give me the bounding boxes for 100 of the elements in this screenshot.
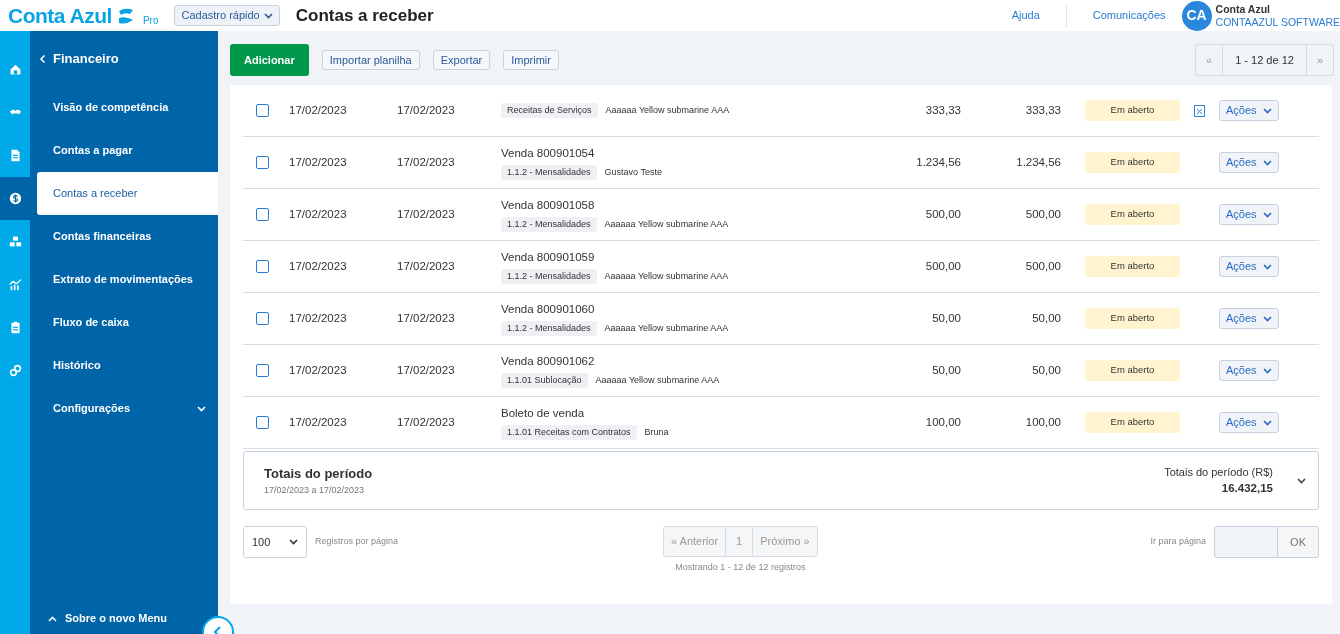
- client-name: Aaaaaa Yellow submarine AAA: [604, 269, 729, 283]
- status-badge: Em aberto: [1085, 204, 1180, 225]
- dollar-icon[interactable]: [8, 192, 22, 205]
- ok-button[interactable]: OK: [1278, 526, 1319, 558]
- value-cell-text: 1.234,56: [1015, 154, 1061, 170]
- date-cell-text: 17/02/2023: [289, 362, 348, 378]
- caret-icon: [1262, 263, 1272, 270]
- date-cell-text: 17/02/2023: [289, 206, 348, 222]
- home-icon[interactable]: [8, 63, 22, 76]
- caret-icon: [263, 12, 273, 19]
- chart-icon[interactable]: [8, 278, 22, 291]
- expand-up-icon: [48, 615, 57, 622]
- totals-title: Totais do período: [264, 465, 373, 483]
- actions-dropdown[interactable]: Ações: [1219, 308, 1279, 329]
- logo-text: Conta Azul: [8, 5, 112, 26]
- status-badge: Em aberto: [1085, 100, 1180, 121]
- next-page-button[interactable]: Próximo »: [753, 527, 817, 556]
- caret-icon: [1262, 211, 1272, 218]
- range-pager[interactable]: « 1 - 12 de 12 »: [1195, 43, 1334, 77]
- actions-dropdown[interactable]: Ações: [1219, 412, 1279, 433]
- page-size-select[interactable]: 100: [243, 526, 307, 558]
- sidebar-item[interactable]: Configurações: [30, 387, 218, 430]
- actions-dropdown[interactable]: Ações: [1219, 152, 1279, 173]
- status-badge: Em aberto: [1085, 308, 1180, 329]
- link-icon[interactable]: [8, 364, 22, 377]
- actions-dropdown[interactable]: Ações: [1219, 100, 1279, 121]
- row-checkbox[interactable]: [256, 416, 269, 429]
- value-cell-text: 50,00: [931, 310, 961, 326]
- description-text: Venda 800901058: [501, 197, 596, 213]
- row-checkbox[interactable]: [256, 312, 269, 325]
- range-text: 1 - 12 de 12: [1222, 44, 1307, 76]
- row-checkbox[interactable]: [256, 364, 269, 377]
- sidebar-item[interactable]: Contas financeiras: [30, 215, 218, 258]
- client-name: Aaaaaa Yellow submarine AAA: [605, 103, 730, 117]
- user-avatar[interactable]: CA: [1181, 0, 1212, 31]
- caret-icon: [1262, 159, 1272, 166]
- description-text: Venda 800901059: [501, 249, 596, 265]
- row-checkbox[interactable]: [256, 104, 269, 117]
- sidebar-item[interactable]: Fluxo de caixa: [30, 301, 218, 344]
- next-page-button[interactable]: »: [1306, 44, 1333, 76]
- value-cell-text: 500,00: [924, 206, 961, 222]
- date-cell-text: 17/02/2023: [289, 154, 348, 170]
- add-button[interactable]: Adicionar: [230, 44, 309, 76]
- boxes-icon[interactable]: [8, 235, 22, 248]
- row-checkbox[interactable]: [256, 260, 269, 273]
- sidebar-item[interactable]: Contas a receber: [37, 172, 218, 215]
- clipboard-icon[interactable]: [8, 321, 22, 334]
- date-cell-text: 17/02/2023: [397, 102, 456, 118]
- sidebar-item[interactable]: Histórico: [30, 344, 218, 387]
- page-input[interactable]: [1214, 526, 1279, 558]
- row-checkbox[interactable]: [256, 156, 269, 169]
- sidebar-item[interactable]: Extrato de movimentações: [30, 258, 218, 301]
- value-cell-text: 333,33: [924, 102, 961, 118]
- value-cell-text: 333,33: [1024, 102, 1061, 118]
- status-badge: Em aberto: [1085, 360, 1180, 381]
- category-tag: 1.1.2 - Mensalidades: [501, 320, 597, 337]
- status-badge: Em aberto: [1085, 152, 1180, 173]
- prev-page-button[interactable]: «: [1196, 44, 1223, 76]
- description-text: Venda 800901060: [501, 301, 596, 317]
- toolbar-button[interactable]: Imprimir: [503, 49, 559, 71]
- category-tag: 1.1.2 - Mensalidades: [501, 268, 597, 285]
- category-tag: 1.1.2 - Mensalidades: [501, 164, 597, 181]
- description-text: Venda 800901062: [501, 353, 596, 369]
- sidebar-item[interactable]: Contas a pagar: [30, 129, 218, 172]
- header-link[interactable]: Ajuda: [1011, 7, 1040, 24]
- client-name: Aaaaaa Yellow submarine AAA: [604, 321, 729, 335]
- toolbar-button[interactable]: Exportar: [432, 49, 491, 71]
- row-checkbox[interactable]: [256, 208, 269, 221]
- client-name: Bruna: [644, 425, 669, 439]
- value-cell-text: 50,00: [1031, 310, 1061, 326]
- plan-label: Pro: [142, 14, 159, 28]
- page-number[interactable]: 1: [725, 527, 754, 556]
- company-name: CONTAAZUL SOFTWARE: [1215, 15, 1340, 28]
- category-tag: Receitas de Serviços: [501, 102, 598, 119]
- date-cell-text: 17/02/2023: [289, 414, 348, 430]
- header-link[interactable]: Comunicações: [1092, 7, 1166, 24]
- quick-add-dropdown[interactable]: Cadastro rápido: [174, 5, 280, 26]
- previous-page-button[interactable]: « Anterior: [664, 527, 726, 556]
- actions-dropdown[interactable]: Ações: [1219, 360, 1279, 381]
- sidebar-item[interactable]: Visão de competência: [30, 86, 218, 129]
- actions-dropdown[interactable]: Ações: [1219, 256, 1279, 277]
- category-tag: 1.1.01 Sublocação: [501, 372, 588, 389]
- client-name: Aaaaaa Yellow submarine AAA: [595, 373, 720, 387]
- value-cell-text: 500,00: [924, 258, 961, 274]
- menu-section-title[interactable]: Financeiro: [53, 48, 119, 69]
- value-cell-text: 100,00: [1024, 414, 1061, 430]
- actions-dropdown[interactable]: Ações: [1219, 204, 1279, 225]
- totals-range: 17/02/2023 a 17/02/2023: [264, 483, 366, 497]
- date-cell-text: 17/02/2023: [397, 258, 456, 274]
- value-cell-text: 500,00: [1024, 258, 1061, 274]
- date-cell-text: 17/02/2023: [289, 102, 348, 118]
- category-tag: 1.1.2 - Mensalidades: [501, 216, 597, 233]
- toolbar-button[interactable]: Importar planilha: [321, 49, 420, 71]
- status-badge: Em aberto: [1085, 412, 1180, 433]
- value-cell-text: 1.234,56: [915, 154, 961, 170]
- attachment-icon[interactable]: [1194, 104, 1205, 117]
- go-to-page-label: Ir para página: [1150, 535, 1207, 549]
- caret-icon: [1262, 315, 1272, 322]
- user-name: Conta Azul: [1215, 3, 1271, 16]
- document-icon[interactable]: [8, 149, 22, 162]
